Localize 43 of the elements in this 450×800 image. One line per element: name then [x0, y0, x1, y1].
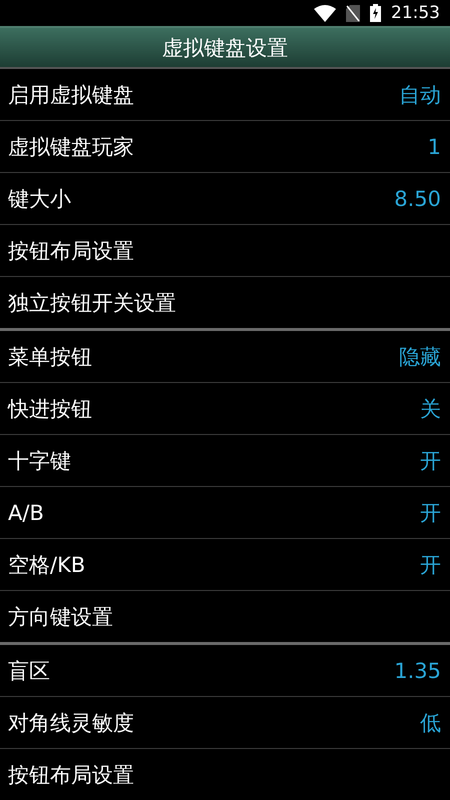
settings-row[interactable]: 按钮布局设置 [0, 749, 450, 800]
setting-label: 空格/KB [8, 552, 86, 578]
setting-label: 按钮布局设置 [8, 238, 134, 264]
setting-label: A/B [8, 500, 44, 524]
setting-value: 1.35 [394, 658, 441, 682]
settings-row[interactable]: 键大小 8.50 [0, 173, 450, 225]
settings-row[interactable]: 独立按钮开关设置 [0, 277, 450, 328]
settings-row[interactable]: 快进按钮 关 [0, 383, 450, 435]
setting-label: 键大小 [8, 186, 71, 212]
settings-row[interactable]: 方向键设置 [0, 591, 450, 642]
setting-label: 菜单按钮 [8, 344, 92, 370]
setting-label: 快进按钮 [8, 396, 92, 422]
setting-value: 自动 [399, 82, 441, 108]
setting-label: 虚拟键盘玩家 [8, 134, 134, 160]
setting-label: 十字键 [8, 448, 71, 474]
setting-value: 8.50 [394, 186, 441, 210]
no-sim-icon [346, 4, 360, 22]
setting-value: 开 [420, 448, 441, 474]
setting-value: 关 [420, 396, 441, 422]
setting-value: 隐藏 [399, 344, 441, 370]
wifi-icon [314, 4, 336, 22]
setting-label: 盲区 [8, 658, 50, 684]
settings-row[interactable]: 启用虚拟键盘 自动 [0, 69, 450, 121]
screen-title: 虚拟键盘设置 [162, 34, 288, 62]
settings-row[interactable]: 空格/KB 开 [0, 539, 450, 591]
settings-row[interactable]: 按钮布局设置 [0, 225, 450, 277]
settings-row[interactable]: 菜单按钮 隐藏 [0, 331, 450, 383]
clock-time: 21:53 [391, 3, 440, 23]
settings-row[interactable]: 对角线灵敏度 低 [0, 697, 450, 749]
setting-value: 1 [428, 134, 441, 158]
settings-row[interactable]: 盲区 1.35 [0, 645, 450, 697]
settings-row[interactable]: A/B 开 [0, 487, 450, 539]
battery-charging-icon [370, 4, 381, 22]
setting-value: 低 [420, 710, 441, 736]
settings-row[interactable]: 十字键 开 [0, 435, 450, 487]
setting-label: 独立按钮开关设置 [8, 290, 176, 316]
setting-value: 开 [420, 500, 441, 526]
setting-label: 方向键设置 [8, 604, 113, 630]
setting-label: 启用虚拟键盘 [8, 82, 134, 108]
settings-row[interactable]: 虚拟键盘玩家 1 [0, 121, 450, 173]
setting-label: 对角线灵敏度 [8, 710, 134, 736]
setting-value: 开 [420, 552, 441, 578]
setting-label: 按钮布局设置 [8, 762, 134, 788]
